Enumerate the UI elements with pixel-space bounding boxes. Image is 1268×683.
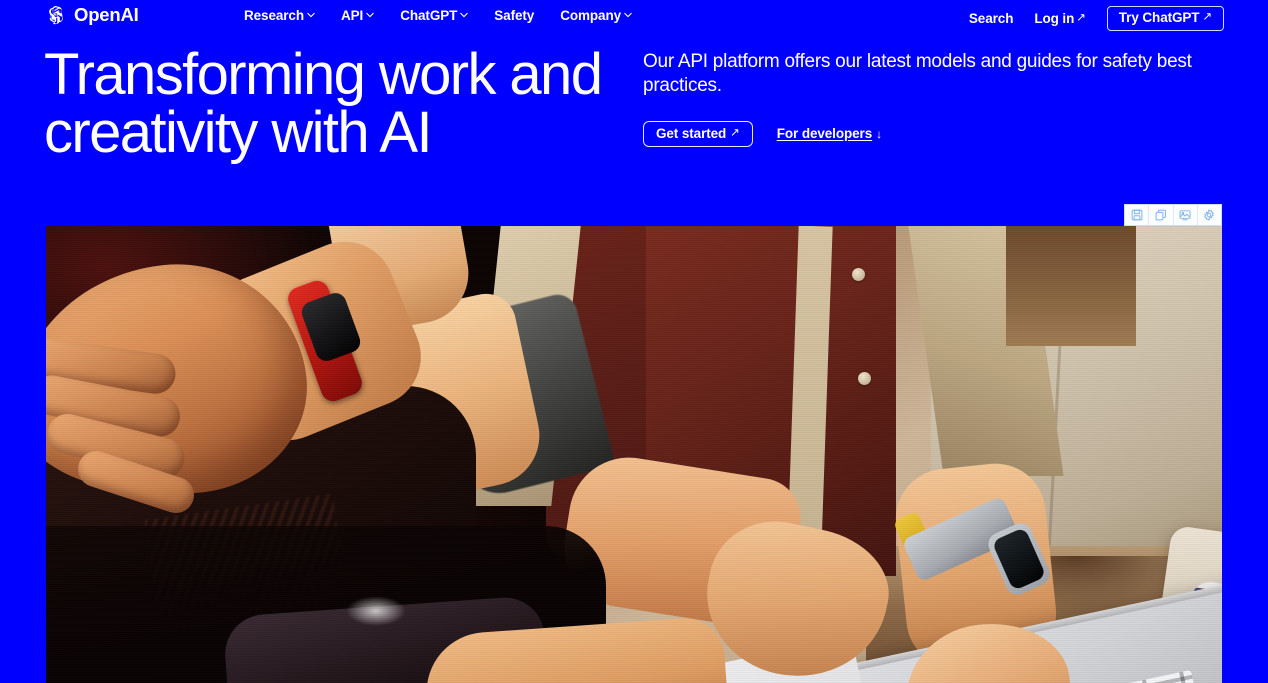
login-link[interactable]: Log in ↗ [1034, 10, 1086, 26]
nav-item-safety[interactable]: Safety [494, 9, 534, 23]
photo-shirt-button [852, 268, 865, 281]
hero-description: Our API platform offers our latest model… [643, 51, 1192, 97]
nav-item-api[interactable]: API [341, 9, 374, 23]
nav-item-chatgpt[interactable]: ChatGPT [400, 8, 469, 23]
nav-item-company[interactable]: Company [560, 9, 632, 23]
photo-shirt-button [858, 372, 871, 385]
get-started-label: Get started [656, 125, 727, 141]
brand-name: OpenAI [74, 3, 139, 25]
try-chatgpt-label: Try ChatGPT [1118, 10, 1200, 25]
page-title: Transforming work and creativity with AI [44, 46, 644, 162]
nav-item-label: API [341, 8, 364, 23]
chevron-down-icon [366, 11, 374, 19]
photo-foreground-highlight [346, 596, 406, 626]
primary-navigation: OpenAI Research API ChatGPT Safety Compa… [0, 0, 1268, 34]
photo-shoulder [1006, 226, 1136, 346]
chevron-down-icon [460, 11, 469, 19]
get-started-button[interactable]: Get started ↗ [643, 120, 753, 148]
openai-landing-page: OpenAI Research API ChatGPT Safety Compa… [0, 0, 1268, 683]
hero-image-content [46, 226, 1222, 683]
image-toolbar [1124, 204, 1222, 226]
nav-utility-group: Search Log in ↗ Try ChatGPT ↗ [969, 6, 1224, 31]
settings-gear-icon[interactable] [1197, 205, 1221, 225]
arrow-up-right-icon: ↗ [730, 126, 740, 139]
arrow-down-icon: ↓ [876, 126, 883, 141]
page-title-line-2: creativity with AI [44, 100, 433, 165]
nav-item-label: Safety [494, 8, 535, 23]
hero-copy-block: Our API platform offers our latest model… [643, 50, 1213, 148]
brand-logo-link[interactable]: OpenAI [45, 4, 139, 26]
for-developers-link[interactable]: For developers ↓ [777, 127, 882, 141]
search-button[interactable]: Search [968, 10, 1014, 26]
nav-item-label: ChatGPT [400, 8, 458, 23]
nav-item-label: Company [560, 8, 622, 23]
chevron-down-icon [624, 11, 632, 19]
nav-item-research[interactable]: Research [244, 9, 315, 23]
search-label: Search [968, 10, 1014, 26]
save-icon[interactable] [1125, 205, 1150, 225]
image-icon[interactable] [1173, 205, 1198, 225]
arrow-up-right-icon: ↗ [1076, 11, 1086, 24]
copy-icon[interactable] [1149, 205, 1174, 225]
hero-actions: Get started ↗ For developers ↓ [643, 120, 1213, 148]
arrow-up-right-icon: ↗ [1202, 11, 1212, 23]
chevron-down-icon [307, 11, 315, 19]
hero-image [46, 226, 1222, 683]
nav-item-label: Research [244, 8, 304, 23]
for-developers-label: For developers [776, 126, 873, 142]
nav-menu: Research API ChatGPT Safety Company [244, 9, 632, 23]
openai-logo-icon [45, 4, 67, 26]
page-title-line-1: Transforming work and [44, 42, 603, 107]
try-chatgpt-button[interactable]: Try ChatGPT ↗ [1106, 6, 1224, 31]
login-label: Log in [1034, 10, 1075, 26]
